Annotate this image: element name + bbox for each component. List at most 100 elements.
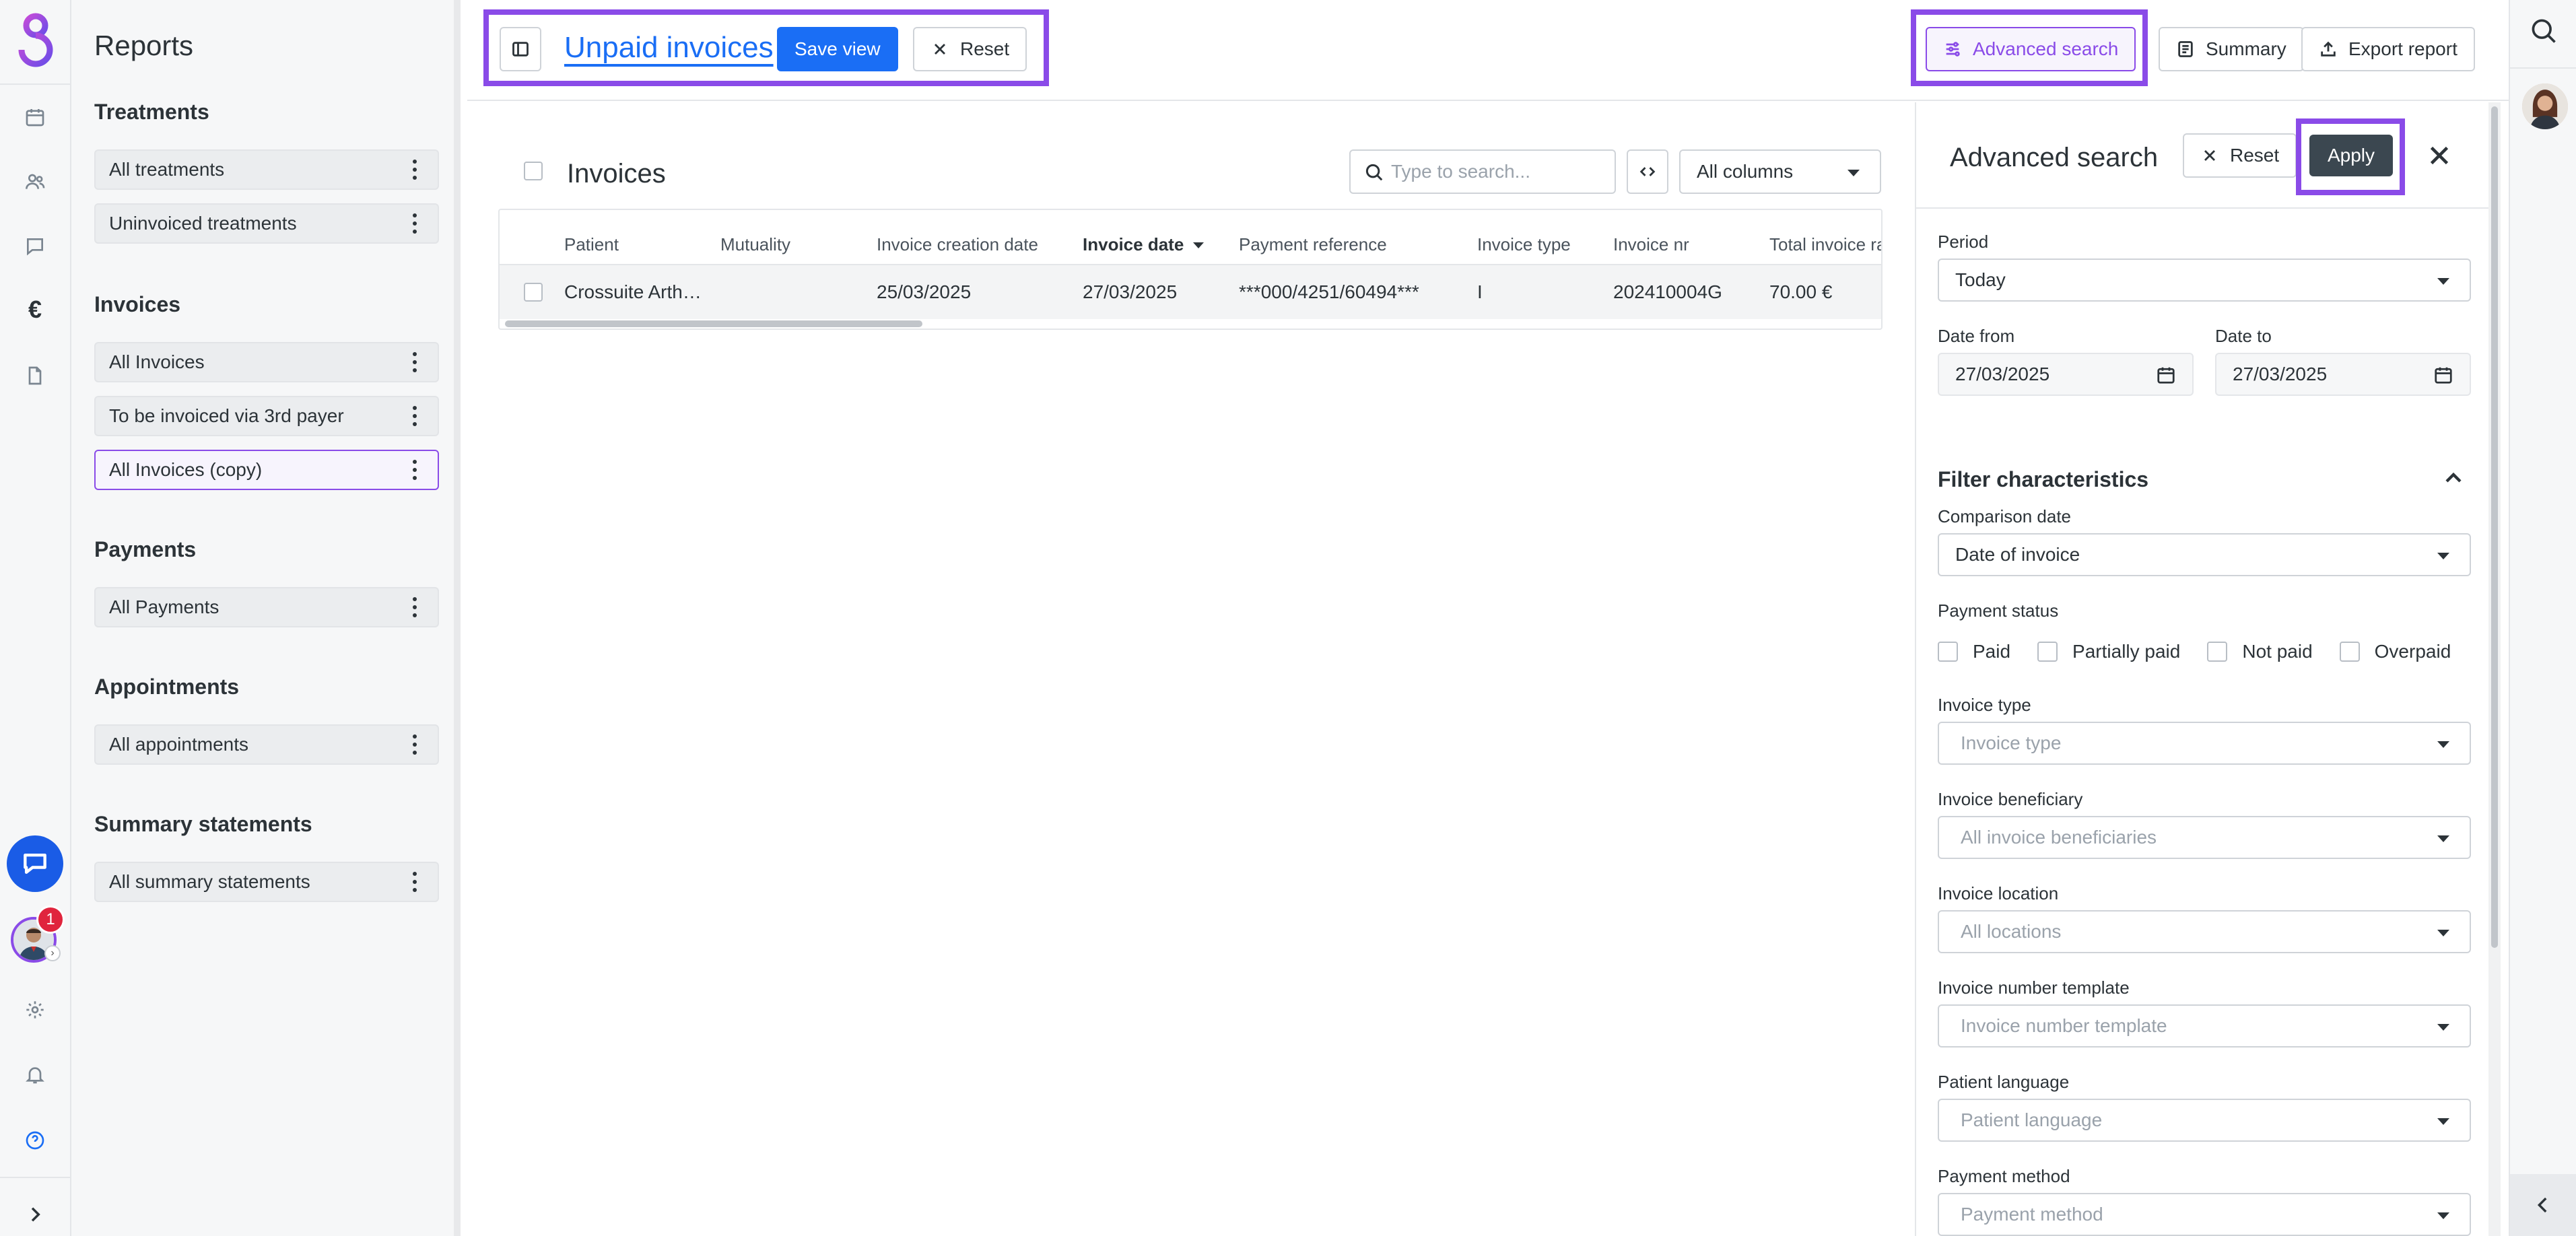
column-header-patient[interactable]: Patient (564, 234, 619, 255)
payment-method-select[interactable]: Payment method (1938, 1193, 2471, 1236)
sidebar-toggle-icon (512, 42, 529, 57)
sidebar-item-all-invoices[interactable]: All Invoices (94, 342, 439, 382)
view-title[interactable]: Unpaid invoices (564, 31, 774, 65)
date-to-input[interactable]: 27/03/2025 (2215, 353, 2471, 396)
column-header-invoice-nr[interactable]: Invoice nr (1613, 234, 1689, 255)
euro-icon[interactable]: € (19, 294, 51, 326)
global-search-icon[interactable] (2529, 16, 2561, 48)
kebab-menu-icon[interactable] (412, 597, 417, 617)
column-header-mutuality[interactable]: Mutuality (720, 234, 790, 255)
cell-invoice-date: 27/03/2025 (1083, 281, 1178, 302)
bell-icon[interactable] (19, 1058, 51, 1091)
kebab-menu-icon[interactable] (412, 213, 417, 234)
checkbox[interactable] (1938, 642, 1958, 662)
payment-status-not-paid[interactable]: Not paid (2207, 641, 2313, 662)
chevron-up-icon[interactable] (2440, 465, 2467, 491)
panel-scrollbar[interactable] (2488, 102, 2501, 1236)
calendar-icon (2435, 367, 2452, 384)
sidebar-item-label: All treatments (109, 159, 225, 180)
section-title-summary-statements: Summary statements (94, 812, 312, 836)
checkbox[interactable] (2037, 642, 2058, 662)
date-to-label: Date to (2215, 326, 2272, 346)
calendar-icon[interactable] (19, 101, 51, 133)
rail-divider (0, 1177, 70, 1178)
select-all-checkbox[interactable] (524, 162, 543, 180)
sidebar-item-all-appointments[interactable]: All appointments (94, 724, 439, 765)
column-header-invoice-creation-date[interactable]: Invoice creation date (877, 234, 1038, 255)
column-header-payment-reference[interactable]: Payment reference (1239, 234, 1387, 255)
help-icon[interactable] (19, 1124, 51, 1157)
settings-icon[interactable] (19, 994, 51, 1026)
payment-status-overpaid[interactable]: Overpaid (2339, 641, 2451, 662)
panel-divider (1916, 207, 2501, 209)
close-panel-icon[interactable] (2424, 140, 2455, 171)
save-view-label: Save view (794, 38, 881, 59)
kebab-menu-icon[interactable] (412, 460, 417, 480)
date-from-input[interactable]: 27/03/2025 (1938, 353, 2194, 396)
columns-select[interactable]: All columns (1679, 149, 1881, 194)
reset-view-button[interactable]: Reset (913, 27, 1027, 71)
column-header-invoice-type[interactable]: Invoice type (1477, 234, 1571, 255)
section-title-invoices: Invoices (94, 292, 181, 316)
sidebar-item-third-payer[interactable]: To be invoiced via 3rd payer (94, 396, 439, 436)
period-select[interactable]: Today (1938, 259, 2471, 302)
summary-label: Summary (2206, 38, 2286, 59)
sidebar-item-all-summary-statements[interactable]: All summary statements (94, 862, 439, 902)
invoice-type-select[interactable]: Invoice type (1938, 722, 2471, 765)
invoice-number-template-select[interactable]: Invoice number template (1938, 1004, 2471, 1048)
save-view-button[interactable]: Save view (777, 27, 898, 71)
cell-invoice-nr: 202410004G (1613, 281, 1722, 302)
payment-status-paid[interactable]: Paid (1938, 641, 2010, 662)
chat-icon[interactable] (7, 835, 63, 892)
payment-method-label: Payment method (1938, 1166, 2070, 1186)
summary-button[interactable]: Summary (2159, 27, 2304, 71)
document-icon[interactable] (19, 359, 51, 392)
icon-rail: € 1 › (0, 0, 71, 1236)
messages-icon[interactable] (19, 230, 51, 263)
apply-button[interactable]: Apply (2309, 135, 2393, 176)
comparison-date-select[interactable]: Date of invoice (1938, 533, 2471, 576)
sidebar-item-all-invoices-copy[interactable]: All Invoices (copy) (94, 450, 439, 490)
export-report-button[interactable]: Export report (2301, 27, 2475, 71)
filter-characteristics-title: Filter characteristics (1938, 467, 2149, 491)
patient-language-select[interactable]: Patient language (1938, 1099, 2471, 1142)
panel-scrollbar-thumb[interactable] (2491, 106, 2498, 948)
kebab-menu-icon[interactable] (412, 872, 417, 892)
invoice-type-placeholder: Invoice type (1961, 732, 2062, 753)
app-logo-icon[interactable] (12, 11, 59, 67)
checkbox[interactable] (2339, 642, 2360, 662)
row-checkbox[interactable] (524, 283, 543, 302)
expand-icon[interactable] (19, 1198, 51, 1231)
toggle-sidebar-button[interactable] (500, 27, 541, 71)
period-value: Today (1955, 269, 2006, 290)
profile-avatar[interactable] (2522, 83, 2568, 129)
expand-columns-button[interactable] (1627, 149, 1668, 194)
sidebar-item-all-treatments[interactable]: All treatments (94, 149, 439, 190)
sidebar-item-all-payments[interactable]: All Payments (94, 587, 439, 627)
advanced-search-button[interactable]: Advanced search (1926, 27, 2136, 71)
invoice-location-label: Invoice location (1938, 883, 2059, 903)
column-header-total-invoice[interactable]: Total invoice ra (1769, 234, 1881, 255)
collapse-right-rail-icon[interactable] (2510, 1174, 2576, 1236)
invoice-location-select[interactable]: All locations (1938, 910, 2471, 953)
advanced-search-panel: Advanced search Reset Apply Period Today… (1915, 102, 2501, 1236)
checkbox[interactable] (2207, 642, 2228, 662)
panel-reset-button[interactable]: Reset (2183, 133, 2297, 178)
invoice-beneficiary-select[interactable]: All invoice beneficiaries (1938, 816, 2471, 859)
kebab-menu-icon[interactable] (412, 160, 417, 180)
kebab-menu-icon[interactable] (412, 734, 417, 755)
payment-status-partially-paid[interactable]: Partially paid (2037, 641, 2180, 662)
patients-icon[interactable] (19, 166, 51, 198)
kebab-menu-icon[interactable] (412, 406, 417, 426)
table-search[interactable] (1349, 149, 1616, 194)
code-arrows-icon (1639, 167, 1656, 176)
horizontal-scrollbar[interactable] (505, 320, 922, 327)
search-input[interactable] (1391, 161, 1615, 182)
sidebar-item-uninvoiced-treatments[interactable]: Uninvoiced treatments (94, 203, 439, 244)
avatar-expand-icon[interactable]: › (44, 945, 61, 961)
column-header-invoice-date[interactable]: Invoice date (1083, 234, 1184, 255)
table-row[interactable]: Crossuite Arth… 25/03/2025 27/03/2025 **… (500, 264, 1881, 319)
kebab-menu-icon[interactable] (412, 352, 417, 372)
sort-desc-icon[interactable] (1193, 242, 1204, 248)
search-icon (1365, 164, 1383, 181)
